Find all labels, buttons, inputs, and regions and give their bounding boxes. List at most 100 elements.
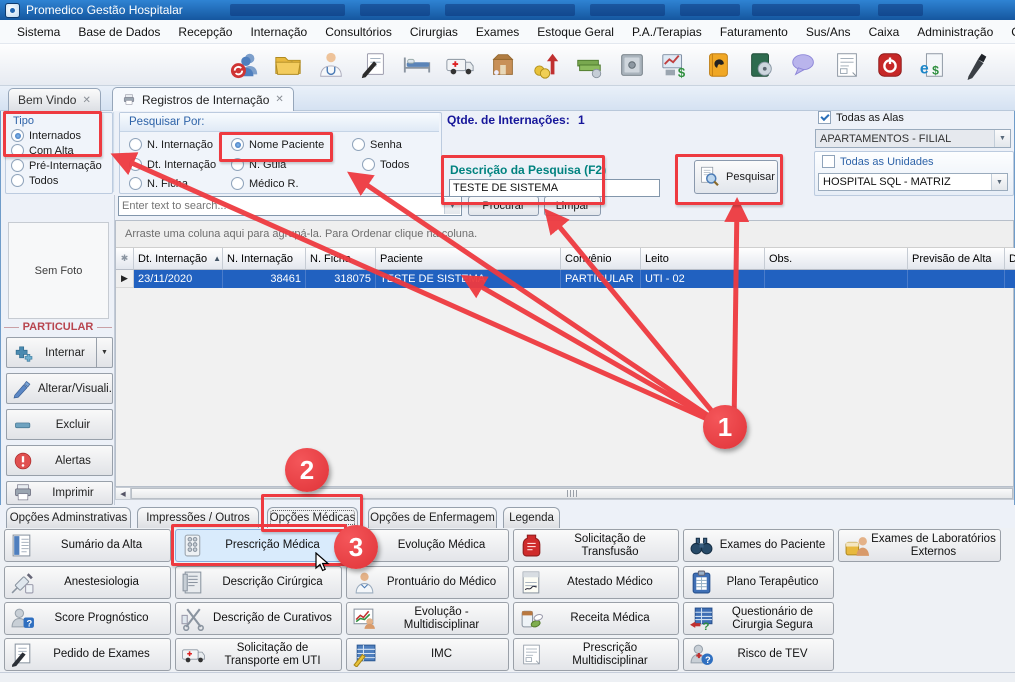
action-score-prognostico[interactable]: Score Prognóstico: [4, 602, 171, 635]
radio-n-guia[interactable]: N. Guia: [231, 158, 286, 171]
menu-estoque-geral[interactable]: Estoque Geral: [528, 22, 623, 42]
action-plano-terapeutico[interactable]: Plano Terapêutico: [683, 566, 834, 599]
action-questionario-cirurgia-segura[interactable]: Questionário de Cirurgia Segura: [683, 602, 834, 635]
action-anestesiologia[interactable]: Anestesiologia: [4, 566, 171, 599]
action-descricao-de-curativos[interactable]: Descrição de Curativos: [175, 602, 342, 635]
action-receita-medica[interactable]: Receita Médica: [513, 602, 679, 635]
column-header-obs[interactable]: Obs.: [765, 248, 908, 270]
close-icon[interactable]: ✕: [82, 95, 90, 106]
cash-icon[interactable]: [574, 50, 604, 80]
menu-custo[interactable]: Custo: [1002, 22, 1015, 42]
grid-horizontal-scrollbar[interactable]: ◀: [115, 487, 1014, 500]
action-sumario-da-alta[interactable]: Sumário da Alta: [4, 529, 171, 562]
action-exames-laboratorios-externos[interactable]: Exames de Laboratórios Externos: [838, 529, 1001, 562]
tab-registros-de-internacao[interactable]: Registros de Internação ✕: [112, 87, 294, 111]
panel-splitter[interactable]: [113, 112, 115, 192]
descricao-pesquisa-input[interactable]: [449, 179, 660, 197]
todas-as-alas-checkbox[interactable]: Todas as Alas: [818, 111, 904, 124]
power-off-icon[interactable]: [875, 50, 905, 80]
alertas-button[interactable]: Alertas: [6, 445, 113, 476]
radio-n-internacao[interactable]: N. Internação: [129, 138, 213, 151]
menu-caixa[interactable]: Caixa: [860, 22, 909, 42]
menu-cirurgias[interactable]: Cirurgias: [401, 22, 467, 42]
limpar-button[interactable]: Limpar: [544, 196, 601, 216]
pharmacy-stock-icon[interactable]: [488, 50, 518, 80]
finance-chart-icon[interactable]: [660, 50, 690, 80]
action-evolucao-multidisciplinar[interactable]: Evolução - Multidisciplinar: [346, 602, 509, 635]
pesquisar-button[interactable]: Pesquisar: [694, 160, 778, 194]
radio-nome-paciente[interactable]: Nome Paciente: [231, 138, 324, 151]
sync-patients-icon[interactable]: [230, 50, 260, 80]
excluir-button[interactable]: Excluir: [6, 409, 113, 440]
action-descricao-cirurgica[interactable]: Descrição Cirúrgica: [175, 566, 342, 599]
manual-book-icon[interactable]: [746, 50, 776, 80]
menu-exames[interactable]: Exames: [467, 22, 528, 42]
radio-n-ficha[interactable]: N. Ficha: [129, 177, 188, 190]
ambulance-icon[interactable]: [445, 50, 475, 80]
grid-search-input[interactable]: [122, 197, 458, 215]
close-icon[interactable]: ✕: [275, 94, 283, 105]
action-prescricao-multidisciplinar[interactable]: Prescrição Multidisciplinar: [513, 638, 679, 671]
doctor-icon[interactable]: [316, 50, 346, 80]
pen-icon[interactable]: [961, 50, 991, 80]
column-header-stub[interactable]: D: [1005, 248, 1015, 270]
action-risco-de-tev[interactable]: Risco de TEV: [683, 638, 834, 671]
safe-icon[interactable]: [617, 50, 647, 80]
action-prontuario-do-medico[interactable]: Prontuário do Médico: [346, 566, 509, 599]
action-solicitacao-de-transfusao[interactable]: Solicitação de Transfusão: [513, 529, 679, 562]
action-imc[interactable]: IMC: [346, 638, 509, 671]
tab-opcoes-medicas[interactable]: Opções Médicas: [267, 507, 358, 528]
alterar-visualizar-button[interactable]: Alterar/Visuali.: [6, 373, 113, 404]
grid-group-hint[interactable]: Arraste uma coluna aqui para agrupá-la. …: [116, 221, 1013, 248]
radio-senha[interactable]: Senha: [352, 138, 402, 151]
action-atestado-medico[interactable]: Atestado Médico: [513, 566, 679, 599]
action-evolucao-medica[interactable]: Evolução Médica: [346, 529, 509, 562]
invoice-icon[interactable]: [832, 50, 862, 80]
radio-internados[interactable]: Internados: [11, 129, 81, 142]
revenue-up-icon[interactable]: [531, 50, 561, 80]
electronic-invoice-icon[interactable]: [918, 50, 948, 80]
menu-sistema[interactable]: Sistema: [8, 22, 69, 42]
scroll-left-icon[interactable]: ◀: [116, 488, 131, 499]
radio-todos-tipo[interactable]: Todos: [11, 174, 58, 187]
action-solicitacao-transporte-uti[interactable]: Solicitação de Transporte em UTI: [175, 638, 342, 671]
medical-record-icon[interactable]: [359, 50, 389, 80]
menu-recepcao[interactable]: Recepção: [169, 22, 241, 42]
column-header-convenio[interactable]: Convênio: [561, 248, 641, 270]
procurar-button[interactable]: Procurar: [468, 196, 539, 216]
menu-pa-terapias[interactable]: P.A./Terapias: [623, 22, 711, 42]
action-exames-do-paciente[interactable]: Exames do Paciente: [683, 529, 834, 562]
alas-dropdown[interactable]: APARTAMENTOS - FILIAL ▼: [815, 129, 1011, 148]
grid-search-box[interactable]: ▼: [118, 196, 462, 216]
menu-consultorios[interactable]: Consultórios: [316, 22, 401, 42]
radio-medico-r[interactable]: Médico R.: [231, 177, 299, 190]
column-header-paciente[interactable]: Paciente: [376, 248, 561, 270]
internar-button[interactable]: Internar ▼: [6, 337, 113, 368]
chat-icon[interactable]: [789, 50, 819, 80]
action-prescricao-medica[interactable]: Prescrição Médica: [175, 529, 342, 562]
column-header-leito[interactable]: Leito: [641, 248, 765, 270]
column-header-dt-internacao[interactable]: Dt. Internação▲: [134, 248, 223, 270]
column-header-previsao-de-alta[interactable]: Previsão de Alta: [908, 248, 1005, 270]
menu-base-de-dados[interactable]: Base de Dados: [69, 22, 169, 42]
imprimir-button[interactable]: Imprimir: [6, 481, 113, 505]
phonebook-icon[interactable]: [703, 50, 733, 80]
menu-administracao[interactable]: Administração: [908, 22, 1002, 42]
menu-internacao[interactable]: Internação: [241, 22, 316, 42]
column-header-n-internacao[interactable]: N. Internação: [223, 248, 306, 270]
unidades-dropdown[interactable]: HOSPITAL SQL - MATRIZ ▼: [818, 173, 1008, 191]
menu-faturamento[interactable]: Faturamento: [711, 22, 797, 42]
hospital-bed-icon[interactable]: [402, 50, 432, 80]
todas-as-unidades-checkbox[interactable]: Todas as Unidades: [822, 155, 934, 168]
tab-opcoes-de-enfermagem[interactable]: Opções de Enfermagem: [368, 507, 497, 528]
radio-pre-internacao[interactable]: Pré-Internação: [11, 159, 102, 172]
tab-bem-vindo[interactable]: Bem Vindo ✕: [8, 88, 101, 111]
tab-impressoes-outros[interactable]: Impressões / Outros: [137, 507, 259, 528]
column-header-n-ficha[interactable]: N. Ficha: [306, 248, 376, 270]
radio-todos-pesquisa[interactable]: Todos: [362, 158, 409, 171]
scrollbar-thumb[interactable]: [131, 488, 1013, 499]
grid-selected-row[interactable]: ▶ 23/11/2020 38461 318075 TESTE DE SISTE…: [116, 270, 1015, 288]
menu-sus-ans[interactable]: Sus/Ans: [797, 22, 860, 42]
radio-com-alta[interactable]: Com Alta: [11, 144, 74, 157]
tab-opcoes-administrativas[interactable]: Opções Adminstrativas: [6, 507, 131, 528]
